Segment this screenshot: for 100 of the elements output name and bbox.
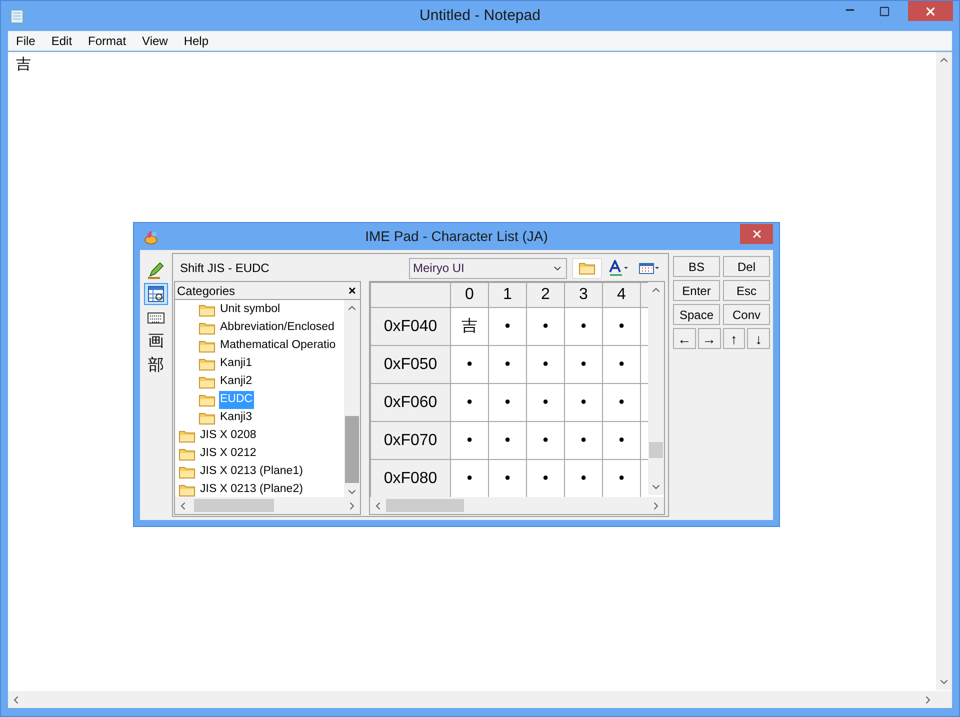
character-cell[interactable]: • xyxy=(564,384,602,422)
scroll-thumb[interactable] xyxy=(649,442,663,458)
key-button[interactable]: Esc xyxy=(723,280,770,301)
scrollbar[interactable] xyxy=(936,52,952,690)
menu-item[interactable]: Format xyxy=(80,32,134,50)
column-header: 2 xyxy=(526,282,564,308)
character-cell[interactable]: • xyxy=(526,308,564,346)
folder-icon xyxy=(199,304,215,316)
row-header: 0xF060 xyxy=(370,384,450,422)
row-header: 0xF080 xyxy=(370,460,450,497)
keyboard-icon xyxy=(147,311,165,325)
scroll-thumb[interactable] xyxy=(194,499,274,512)
folder-icon xyxy=(199,376,215,388)
character-cell[interactable]: • xyxy=(450,384,488,422)
character-cell[interactable]: • xyxy=(602,308,640,346)
character-cell[interactable]: 吉 xyxy=(450,308,488,346)
arrow-key-button[interactable]: ← xyxy=(673,328,696,349)
character-cell[interactable]: • xyxy=(564,308,602,346)
scroll-thumb[interactable] xyxy=(345,416,359,483)
arrow-key-button[interactable]: ↓ xyxy=(747,328,770,349)
arrow-key-button[interactable]: ↑ xyxy=(722,328,746,349)
tree-item[interactable]: Unit symbol xyxy=(219,301,282,319)
window-title: Untitled - Notepad xyxy=(418,6,542,26)
close-icon xyxy=(750,228,762,240)
notepad-icon xyxy=(9,8,25,24)
row-header: 0xF040 xyxy=(370,308,450,346)
ime-pad-icon xyxy=(143,228,159,244)
tool-button[interactable]: 部 xyxy=(144,355,168,377)
close-button[interactable] xyxy=(740,224,773,244)
character-cell[interactable]: • xyxy=(488,422,526,460)
tree-item[interactable]: JIS X 0213 (Plane1) xyxy=(199,463,304,481)
menu-item[interactable]: View xyxy=(134,32,176,50)
folder-icon xyxy=(179,484,195,496)
scrollbar[interactable] xyxy=(648,282,664,495)
tree-item[interactable]: JIS X 0208 xyxy=(199,427,258,445)
document-text: 吉 xyxy=(16,56,31,73)
tree-item[interactable]: Mathematical Operatio xyxy=(219,337,337,355)
menu-item[interactable]: Edit xyxy=(43,32,80,50)
arrow-key-button[interactable]: → xyxy=(698,328,720,349)
character-cell[interactable]: • xyxy=(602,346,640,384)
close-icon xyxy=(924,4,937,18)
scrollbar-corner xyxy=(936,691,952,708)
tree-item[interactable]: JIS X 0213 (Plane2) xyxy=(199,481,304,497)
tree-item[interactable]: Kanji1 xyxy=(219,355,253,373)
folder-icon xyxy=(579,262,595,274)
folder-icon xyxy=(199,340,215,352)
character-grid-icon xyxy=(147,285,165,303)
folder-icon xyxy=(199,358,215,370)
key-button[interactable]: Conv xyxy=(723,304,770,325)
key-button[interactable]: Enter xyxy=(673,280,720,301)
close-pane-button[interactable]: × xyxy=(348,284,358,297)
character-cell[interactable]: • xyxy=(526,346,564,384)
window-title: IME Pad - Character List (JA) xyxy=(364,227,549,246)
scrollbar[interactable] xyxy=(344,300,360,500)
pencil-icon xyxy=(147,261,165,279)
character-cell[interactable]: • xyxy=(564,422,602,460)
character-cell[interactable]: • xyxy=(450,346,488,384)
character-cell[interactable]: • xyxy=(564,346,602,384)
maximize-icon xyxy=(878,6,890,16)
character-cell[interactable]: • xyxy=(602,422,640,460)
folder-icon xyxy=(199,322,215,334)
font-icon xyxy=(608,260,630,276)
row-header: 0xF070 xyxy=(370,422,450,460)
scrollbar[interactable] xyxy=(370,497,664,514)
pane-title: Categories xyxy=(177,282,236,300)
folder-icon xyxy=(199,394,215,406)
character-cell[interactable]: • xyxy=(450,422,488,460)
character-cell[interactable]: • xyxy=(526,422,564,460)
folder-icon xyxy=(199,412,215,424)
key-button[interactable]: Del xyxy=(723,256,770,277)
font-dropdown[interactable]: Meiryo UI xyxy=(409,258,567,278)
key-button[interactable]: BS xyxy=(673,256,720,277)
tree-item[interactable]: JIS X 0212 xyxy=(199,445,258,463)
scroll-thumb[interactable] xyxy=(386,499,464,512)
character-cell[interactable]: • xyxy=(488,308,526,346)
menu-item[interactable]: Help xyxy=(176,32,217,50)
character-cell[interactable]: • xyxy=(488,384,526,422)
close-button[interactable] xyxy=(908,1,953,21)
character-cell[interactable]: • xyxy=(602,384,640,422)
folder-icon xyxy=(179,430,195,442)
tool-button[interactable] xyxy=(144,283,168,305)
tool-button[interactable]: 画 xyxy=(144,331,168,353)
column-header: 0 xyxy=(450,282,488,308)
tree-item[interactable]: Abbreviation/Enclosed xyxy=(219,319,336,337)
encoding-label: Shift JIS - EUDC xyxy=(179,260,270,277)
column-header: 4 xyxy=(602,282,640,308)
key-button[interactable]: Space xyxy=(673,304,720,325)
menu-item[interactable]: File xyxy=(8,32,44,50)
column-header: 3 xyxy=(564,282,602,308)
scrollbar[interactable] xyxy=(175,497,360,514)
row-header: 0xF050 xyxy=(370,346,450,384)
character-cell[interactable]: • xyxy=(526,384,564,422)
character-cell[interactable]: • xyxy=(488,346,526,384)
folder-icon xyxy=(179,448,195,460)
scrollbar[interactable] xyxy=(8,691,936,708)
grid-view-icon xyxy=(638,261,660,275)
folder-icon xyxy=(179,466,195,478)
column-header: 1 xyxy=(488,282,526,308)
tree-item[interactable]: Kanji3 xyxy=(219,409,253,427)
tree-item[interactable]: Kanji2 xyxy=(219,373,253,391)
